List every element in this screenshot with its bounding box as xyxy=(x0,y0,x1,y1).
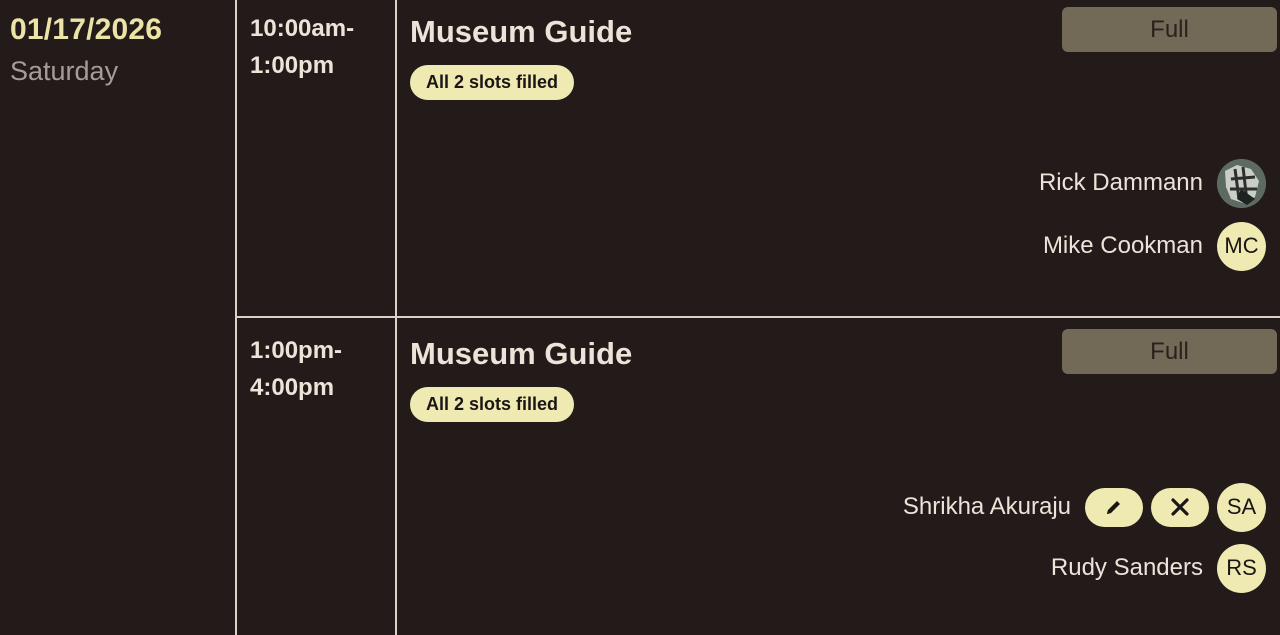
shift-row: 1:00pm- 4:00pm Museum Guide All 2 slots … xyxy=(0,322,1280,635)
row-divider xyxy=(237,316,1280,318)
shift-title: Museum Guide xyxy=(410,14,633,49)
slots-status-badge: All 2 slots filled xyxy=(410,387,575,422)
volunteer-item: Mike Cookman MC xyxy=(1043,221,1266,271)
volunteer-name: Rick Dammann xyxy=(1038,169,1203,196)
shift-title: Museum Guide xyxy=(410,336,633,371)
volunteer-item: Shrikha Akuraju SA xyxy=(903,482,1266,532)
avatar: MC xyxy=(1217,221,1266,271)
full-button[interactable]: Full xyxy=(1062,7,1277,52)
edit-button[interactable] xyxy=(1085,487,1143,527)
shift-time: 10:00am- 1:00pm xyxy=(250,15,355,79)
volunteer-item: Rudy Sanders RS xyxy=(1051,543,1266,593)
slots-status-badge: All 2 slots filled xyxy=(410,65,575,100)
volunteer-name: Shrikha Akuraju xyxy=(902,493,1071,520)
signup-schedule: 01/17/2026 Saturday 10:00am- 1:00pm Muse… xyxy=(0,0,1280,635)
volunteer-item: Rick Dammann xyxy=(1039,158,1266,208)
avatar-photo xyxy=(1217,158,1266,208)
close-icon xyxy=(1171,498,1189,516)
volunteer-name: Mike Cookman xyxy=(1042,232,1203,259)
photo-icon xyxy=(1217,158,1266,208)
avatar: RS xyxy=(1217,543,1266,593)
edit-icon xyxy=(1107,501,1120,514)
shift-row: 10:00am- 1:00pm Museum Guide All 2 slots… xyxy=(0,0,1280,316)
shift-time: 1:00pm- 4:00pm xyxy=(250,337,343,401)
avatar: SA xyxy=(1217,482,1266,532)
remove-button[interactable] xyxy=(1151,487,1209,527)
full-button[interactable]: Full xyxy=(1062,329,1277,374)
volunteer-name: Rudy Sanders xyxy=(1050,554,1203,581)
